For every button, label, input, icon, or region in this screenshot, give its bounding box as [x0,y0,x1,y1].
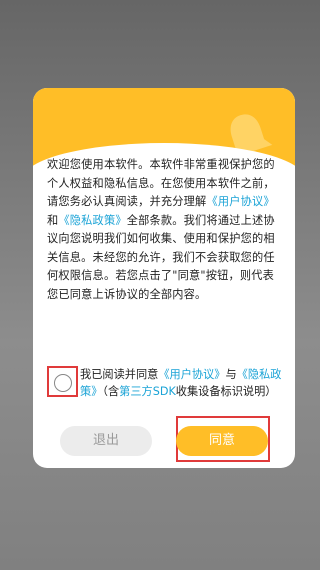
agreement-link[interactable]: 第三方SDK [119,385,176,398]
agree-text: 我已阅读并同意《用户协议》与《隐私政策》（含第三方SDK收集设备标识说明） [80,366,290,400]
agreement-text-segment: （含 [102,385,120,398]
exit-button[interactable]: 退出 [60,426,152,456]
agreement-text: 欢迎您使用本软件。本软件非常重视保护您的个人权益和隐私信息。在您使用本软件之前，… [47,156,279,304]
agreement-text-segment: 和 [47,213,59,227]
agree-checkbox[interactable] [54,374,72,392]
agreement-text-segment: 与 [225,368,237,381]
agreement-link[interactable]: 《用户协议》 [158,368,225,381]
privacy-dialog: 欢迎您使用本软件。本软件非常重视保护您的个人权益和隐私信息。在您使用本软件之前，… [33,88,295,468]
agreement-text-segment: 收集设备标识说明） [175,385,277,398]
agreement-paragraph: 欢迎您使用本软件。本软件非常重视保护您的个人权益和隐私信息。在您使用本软件之前，… [47,156,279,304]
agreement-link[interactable]: 《隐私政策》 [58,214,126,227]
agree-checkbox-highlight[interactable] [47,366,78,397]
agree-button[interactable]: 同意 [176,426,268,456]
agreement-link[interactable]: 《用户协议》 [206,195,274,208]
agreement-text-segment: 我已阅读并同意 [80,368,159,381]
